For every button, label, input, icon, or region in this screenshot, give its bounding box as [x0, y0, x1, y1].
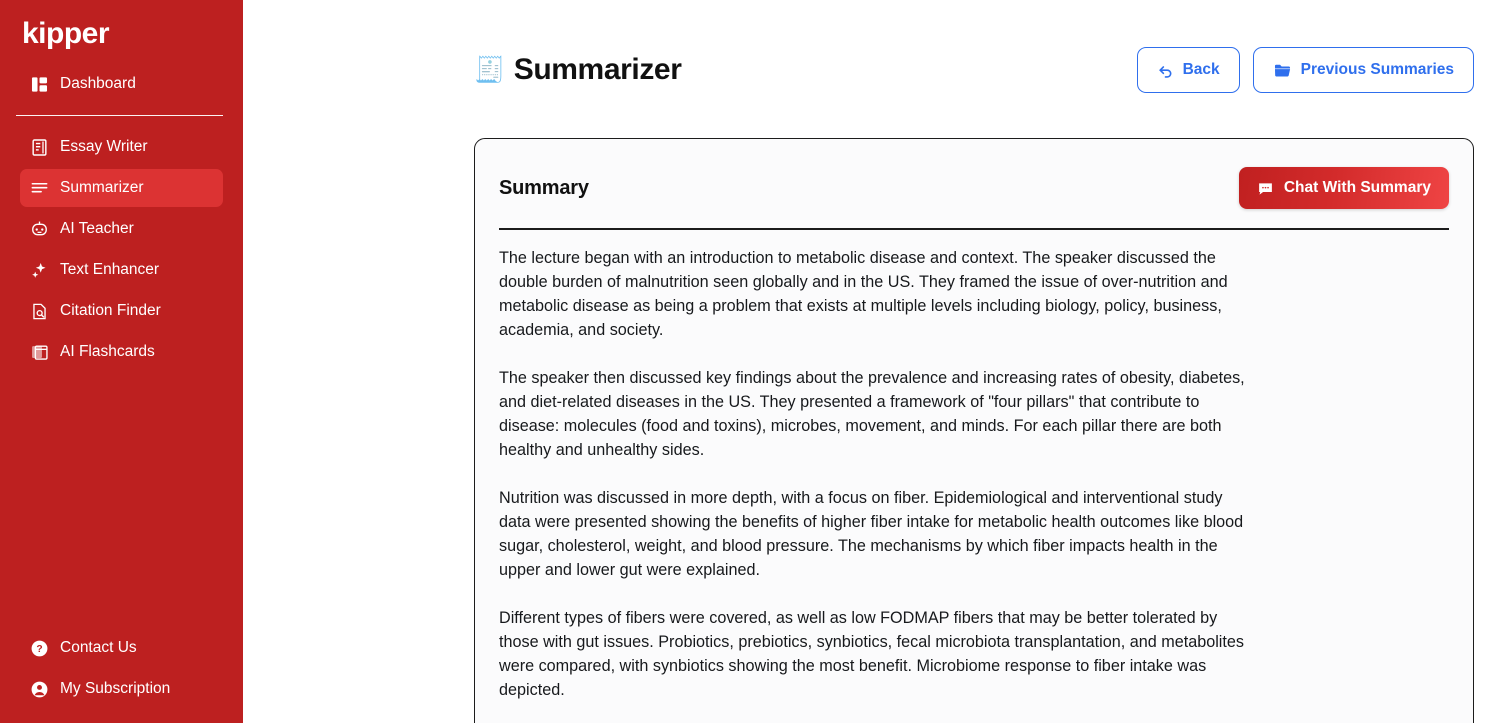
sidebar: kipper Dashboard Essay Writer Summarizer… [0, 0, 243, 723]
cards-icon [30, 343, 49, 362]
summary-heading: Summary [499, 176, 589, 199]
sidebar-item-label: AI Teacher [60, 220, 134, 237]
document-search-icon [30, 302, 49, 321]
chat-bubble-icon [1257, 180, 1274, 197]
sidebar-item-label: Essay Writer [60, 138, 148, 155]
sidebar-item-label: My Subscription [60, 680, 171, 697]
back-button[interactable]: Back [1136, 47, 1240, 94]
app-root: kipper Dashboard Essay Writer Summarizer… [0, 0, 1500, 723]
summary-paragraph: Nutrition was discussed in more depth, w… [499, 488, 1244, 579]
back-button-label: Back [1182, 61, 1220, 79]
sidebar-item-label: AI Flashcards [60, 343, 155, 360]
sidebar-item-essay-writer[interactable]: Essay Writer [20, 128, 223, 166]
brand-logo[interactable]: kipper [0, 0, 243, 62]
dashboard-icon [30, 75, 49, 94]
page-header: 🧾 Summarizer Back Previous Summaries [243, 0, 1500, 107]
sidebar-item-label: Citation Finder [60, 302, 161, 319]
chat-with-summary-button[interactable]: Chat With Summary [1238, 167, 1449, 210]
sidebar-item-label: Summarizer [60, 179, 144, 196]
sidebar-item-label: Dashboard [60, 75, 136, 92]
sidebar-item-contact-us[interactable]: ? Contact Us [20, 629, 223, 667]
document-text-icon [30, 138, 49, 157]
header-actions: Back Previous Summaries [1136, 47, 1474, 94]
back-arrow-icon [1157, 62, 1174, 79]
sidebar-bottom-section: ? Contact Us My Subscription [0, 626, 243, 723]
sidebar-item-label: Contact Us [60, 639, 137, 656]
sparkles-icon [30, 261, 49, 280]
main-content: 🧾 Summarizer Back Previous Summaries Sum… [243, 0, 1500, 723]
page-title-text: Summarizer [513, 53, 682, 87]
sidebar-item-label: Text Enhancer [60, 261, 160, 278]
sidebar-item-text-enhancer[interactable]: Text Enhancer [20, 251, 223, 289]
robot-icon [30, 220, 49, 239]
page-title: 🧾 Summarizer [474, 53, 682, 87]
sidebar-item-dashboard[interactable]: Dashboard [20, 65, 223, 103]
sidebar-item-citation-finder[interactable]: Citation Finder [20, 292, 223, 330]
sidebar-item-my-subscription[interactable]: My Subscription [20, 670, 223, 708]
summary-card: Summary Chat With Summary The lecture be… [474, 138, 1474, 723]
user-circle-icon [30, 680, 49, 699]
summary-text-body: The lecture began with an introduction t… [499, 230, 1449, 723]
sidebar-item-ai-teacher[interactable]: AI Teacher [20, 210, 223, 248]
previous-summaries-label: Previous Summaries [1300, 61, 1454, 79]
chat-button-label: Chat With Summary [1283, 179, 1431, 197]
summary-paragraph: The lecture began with an introduction t… [499, 248, 1228, 339]
summarizer-emoji-icon: 🧾 [474, 55, 505, 84]
lines-icon [30, 179, 49, 198]
folder-icon [1273, 61, 1292, 80]
sidebar-divider [16, 115, 223, 116]
sidebar-item-summarizer[interactable]: Summarizer [20, 169, 223, 207]
summary-paragraph: Different types of fibers were covered, … [499, 608, 1244, 699]
sidebar-top-section: Dashboard [0, 62, 243, 106]
sidebar-main-section: Essay Writer Summarizer AI Teacher Text … [0, 125, 243, 374]
svg-text:?: ? [36, 644, 42, 655]
summary-card-header: Summary Chat With Summary [499, 165, 1449, 211]
question-circle-icon: ? [30, 639, 49, 658]
summary-paragraph: The speaker then discussed key findings … [499, 368, 1245, 459]
sidebar-item-ai-flashcards[interactable]: AI Flashcards [20, 333, 223, 371]
previous-summaries-button[interactable]: Previous Summaries [1252, 47, 1474, 94]
